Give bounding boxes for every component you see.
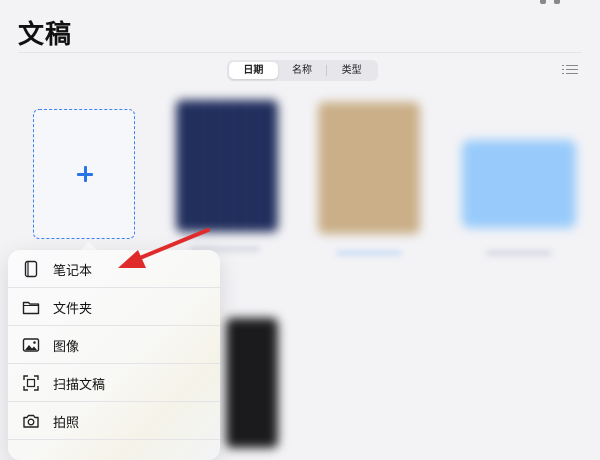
scan-icon bbox=[23, 375, 39, 391]
menu-item-folder[interactable]: 文件夹 bbox=[8, 288, 220, 326]
menu-divider bbox=[8, 439, 220, 440]
folder-caption-blurred bbox=[486, 250, 552, 256]
menu-item-image[interactable]: 图像 bbox=[8, 326, 220, 364]
menu-item-label: 图像 bbox=[53, 339, 80, 355]
plus-icon bbox=[75, 164, 95, 184]
menu-item-label: 笔记本 bbox=[53, 263, 93, 279]
new-document-button[interactable] bbox=[33, 109, 135, 239]
status-indicators bbox=[540, 0, 570, 6]
create-menu: 笔记本 文件夹 图像 扫描文稿 拍照 bbox=[8, 250, 220, 460]
tab-type[interactable]: 类型 bbox=[327, 62, 376, 79]
page-title: 文稿 bbox=[18, 20, 73, 50]
notebook-icon bbox=[24, 260, 38, 278]
sort-segmented-control: 日期 名称 类型 bbox=[227, 60, 378, 81]
menu-item-notebook[interactable]: 笔记本 bbox=[8, 250, 220, 288]
document-thumbnail-navy[interactable] bbox=[176, 100, 278, 232]
document-caption-blurred bbox=[336, 250, 402, 256]
menu-item-label: 扫描文稿 bbox=[53, 377, 106, 393]
menu-item-label: 文件夹 bbox=[53, 301, 93, 317]
list-icon[interactable] bbox=[562, 64, 578, 76]
folder-thumbnail[interactable] bbox=[462, 140, 576, 228]
menu-item-label: 拍照 bbox=[53, 415, 80, 431]
document-thumbnail-dark[interactable] bbox=[226, 318, 278, 448]
tab-name[interactable]: 名称 bbox=[278, 62, 327, 79]
header-divider bbox=[18, 52, 582, 53]
document-thumbnail-beige[interactable] bbox=[318, 102, 420, 234]
menu-item-camera[interactable]: 拍照 bbox=[8, 402, 220, 440]
folder-icon bbox=[22, 301, 40, 315]
menu-item-scan[interactable]: 扫描文稿 bbox=[8, 364, 220, 402]
tab-date[interactable]: 日期 bbox=[229, 62, 278, 79]
image-icon bbox=[22, 338, 40, 352]
camera-icon bbox=[23, 414, 39, 428]
